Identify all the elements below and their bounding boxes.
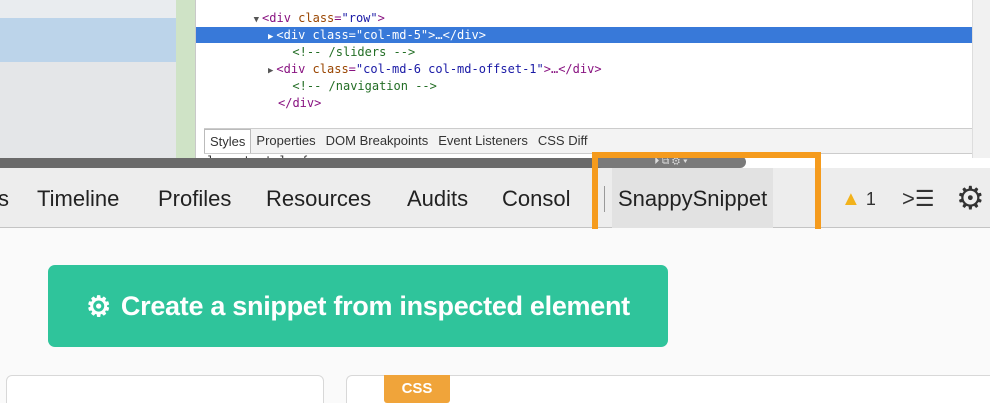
tab-audits[interactable]: Audits	[407, 168, 468, 228]
expand-triangle-icon[interactable]: ▶	[268, 32, 273, 42]
html-output-panel[interactable]	[6, 375, 324, 403]
selected-tree-node[interactable]: ▶ <div class="col-md-5">…</div>	[196, 27, 972, 43]
console-drawer-icon[interactable]: >☰	[902, 168, 935, 228]
tree-token: class	[312, 28, 349, 42]
tab-resources[interactable]: Resources	[266, 168, 371, 228]
tab-dom-breakpoints[interactable]: DOM Breakpoints	[321, 129, 434, 153]
tree-token: </div>	[278, 96, 322, 110]
tree-token: =	[348, 28, 356, 42]
tree-node[interactable]: </div>	[268, 95, 321, 111]
sidebar-tabs: Styles Properties DOM Breakpoints Event …	[204, 128, 972, 154]
tree-token: "col-md-5"	[355, 28, 429, 42]
tab-properties[interactable]: Properties	[251, 129, 320, 153]
tree-token: <!-- /sliders -->	[292, 45, 416, 59]
preview-highlight	[0, 18, 176, 62]
tab-timeline[interactable]: Timeline	[37, 168, 119, 228]
devtools-elements-area: ▼ <div class="row"> ▶ <div class="col-md-5"…	[0, 0, 990, 168]
preview-body	[0, 62, 176, 158]
page-preview	[0, 0, 196, 158]
tree-node[interactable]: ▶ <div class="col-md-6 col-md-offset-1">……	[268, 61, 602, 77]
tree-node[interactable]: ▼ <div class="row">	[254, 10, 385, 26]
warnings-indicator[interactable]: ▲ 1	[841, 168, 876, 228]
tree-token: <div	[262, 11, 299, 25]
tab-event-listeners[interactable]: Event Listeners	[433, 129, 533, 153]
tree-token: <div	[276, 62, 313, 76]
tree-token: class	[312, 62, 349, 76]
tab-styles[interactable]: Styles	[204, 129, 252, 153]
elements-scrollbar[interactable]	[972, 0, 990, 158]
gear-icon[interactable]: ⚙	[956, 168, 985, 228]
tree-token: >…</div>	[428, 28, 486, 42]
tree-token: <!-- /navigation -->	[292, 79, 437, 93]
create-snippet-label: Create a snippet from inspected element	[120, 290, 630, 321]
tree-token: "row"	[341, 11, 378, 25]
warning-icon: ▲	[841, 188, 861, 210]
tree-node[interactable]: <!-- /navigation -->	[282, 78, 437, 94]
snappysnippet-panel: ⚙ Create a snippet from inspected elemen…	[0, 229, 990, 403]
tab-sources-partial[interactable]: s	[0, 168, 9, 228]
tree-token: =	[334, 11, 342, 25]
tree-token: =	[348, 62, 356, 76]
collapse-triangle-icon[interactable]: ▼	[254, 15, 259, 25]
preview-margin	[176, 0, 195, 158]
tree-token: class	[298, 11, 335, 25]
warning-count: 1	[865, 189, 876, 209]
expand-triangle-icon[interactable]: ▶	[268, 66, 273, 76]
tab-console[interactable]: Consol	[502, 168, 570, 228]
elements-tree: ▼ <div class="row"> ▶ <div class="col-md-5"…	[196, 0, 972, 126]
devtools-panel-tabs: s Timeline Profiles Resources Audits Con…	[0, 168, 990, 228]
tree-node[interactable]: <!-- /sliders -->	[282, 44, 415, 60]
create-snippet-button[interactable]: ⚙ Create a snippet from inspected elemen…	[48, 265, 668, 347]
tree-token: <div	[276, 28, 313, 42]
tree-token: >	[377, 11, 385, 25]
tree-token: "col-md-6 col-md-offset-1"	[355, 62, 544, 76]
tab-css-diff[interactable]: CSS Diff	[533, 129, 593, 153]
tree-token: >…</div>	[543, 62, 602, 76]
gear-icon: ⚙	[86, 290, 111, 322]
highlight-callout	[592, 152, 821, 238]
tab-profiles[interactable]: Profiles	[158, 168, 231, 228]
css-badge: CSS	[384, 375, 450, 403]
